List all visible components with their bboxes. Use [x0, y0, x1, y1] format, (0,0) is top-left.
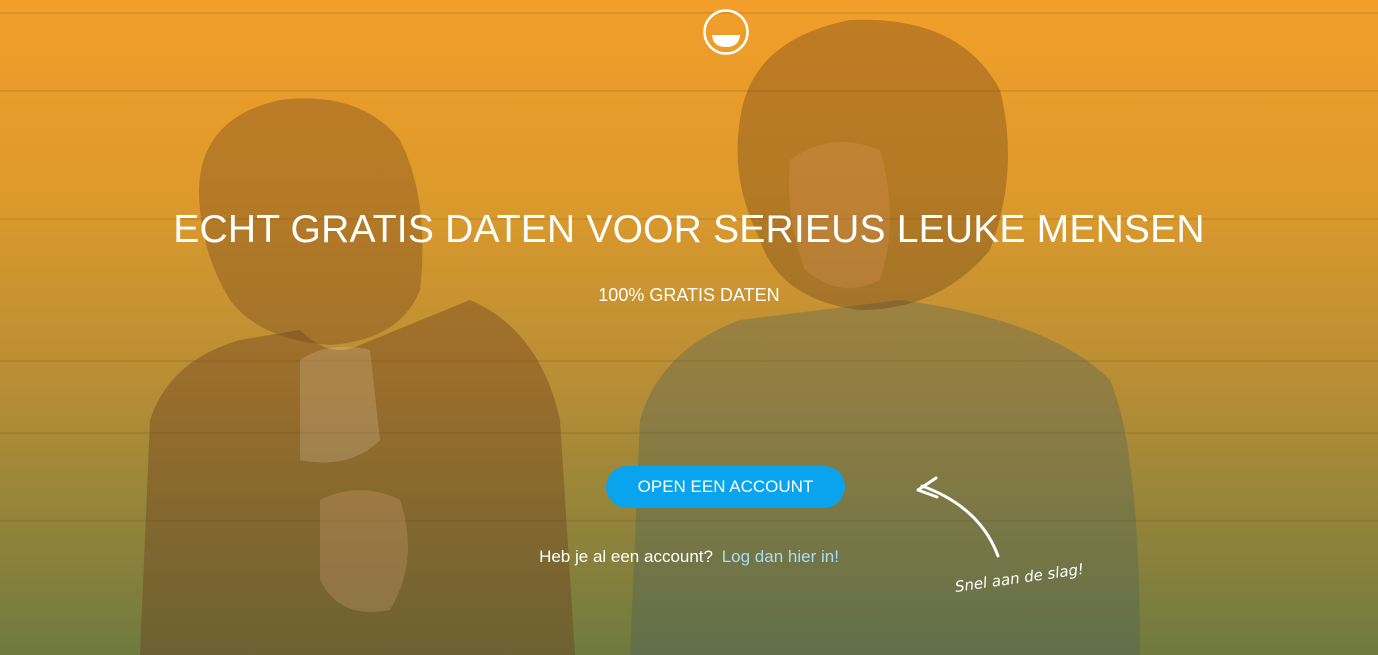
login-prompt-text: Heb je al een account?: [539, 547, 713, 566]
smiley-logo-icon[interactable]: [703, 9, 749, 55]
login-link[interactable]: Log dan hier in!: [722, 547, 839, 566]
page-title: ECHT GRATIS DATEN VOOR SERIEUS LEUKE MEN…: [173, 208, 1205, 251]
curved-arrow-icon: [916, 476, 1000, 558]
login-prompt-line: Heb je al een account? Log dan hier in!: [0, 547, 1378, 567]
open-account-button[interactable]: OPEN EEN ACCOUNT: [606, 466, 845, 508]
page-subtitle: 100% GRATIS DATEN: [598, 285, 780, 305]
hero-section: ECHT GRATIS DATEN VOOR SERIEUS LEUKE MEN…: [0, 0, 1378, 655]
